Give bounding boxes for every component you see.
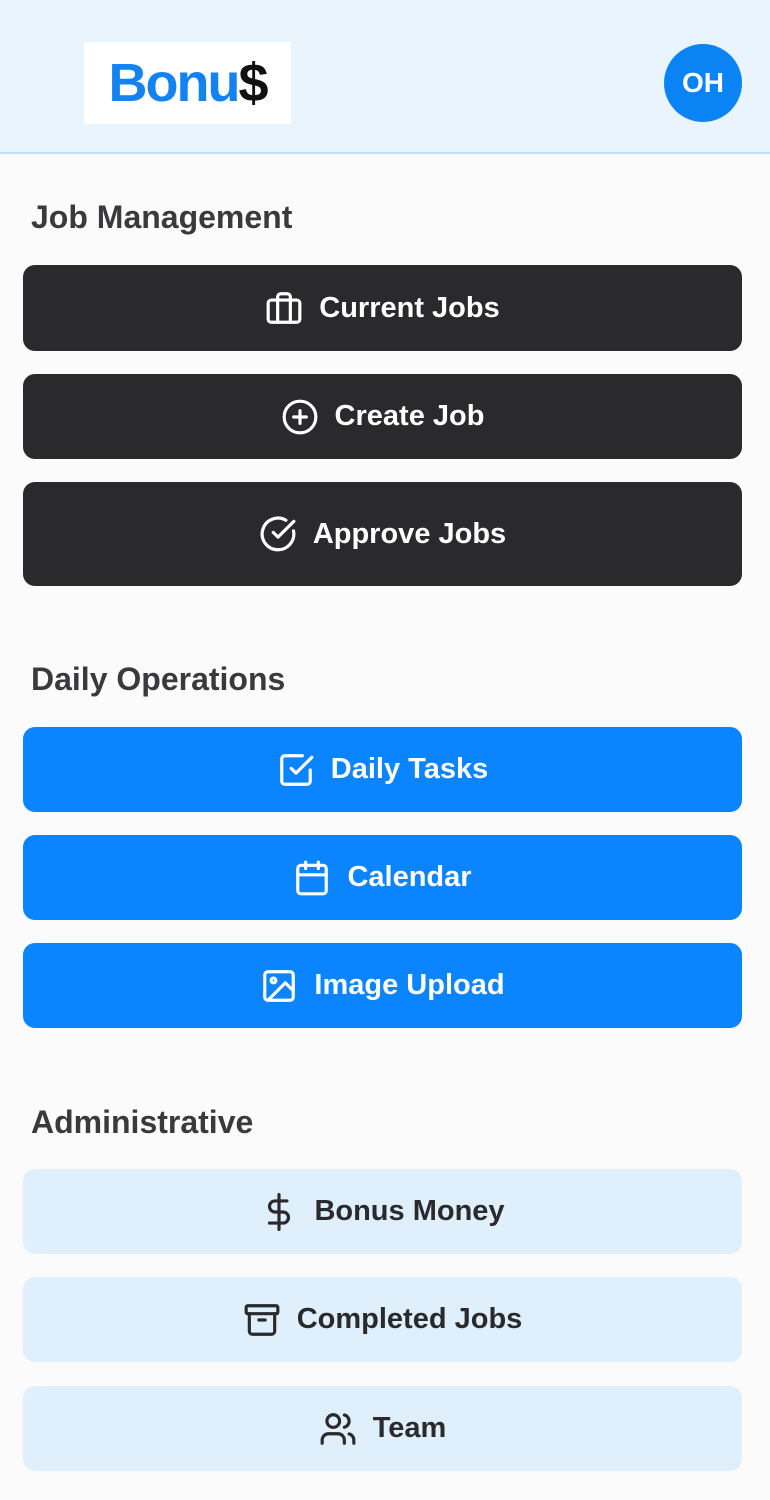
users-icon	[320, 1412, 356, 1445]
approve-jobs-button[interactable]: Approve Jobs	[23, 482, 742, 586]
calendar-button[interactable]: Calendar	[23, 835, 742, 920]
completed-jobs-label: Completed Jobs	[296, 1303, 523, 1335]
team-label: Team	[372, 1412, 447, 1444]
dollar-icon	[268, 1192, 291, 1231]
briefcase-icon	[266, 292, 302, 324]
image-upload-label: Image Upload	[314, 969, 505, 1001]
completed-jobs-button[interactable]: Completed Jobs	[23, 1277, 742, 1362]
logo-text: Bonu	[108, 53, 241, 113]
create-job-button[interactable]: Create Job	[23, 374, 742, 459]
section-title-daily-operations: Daily Operations	[31, 661, 286, 697]
current-jobs-button[interactable]: Current Jobs	[23, 265, 742, 351]
check-circle-icon	[260, 516, 296, 552]
check-square-icon	[279, 753, 314, 786]
daily-tasks-label: Daily Tasks	[330, 753, 489, 785]
section-title-job-management: Job Management	[31, 199, 293, 235]
app-header: Bonu $ OH	[0, 0, 770, 154]
section-title-administrative: Administrative	[31, 1104, 254, 1140]
image-upload-button[interactable]: Image Upload	[23, 943, 742, 1028]
calendar-icon	[296, 860, 329, 895]
user-avatar[interactable]: OH	[664, 44, 742, 122]
bonus-money-label: Bonus Money	[314, 1195, 505, 1227]
archive-icon	[244, 1303, 280, 1336]
app-logo[interactable]: Bonu $	[84, 42, 291, 124]
current-jobs-label: Current Jobs	[319, 291, 500, 324]
plus-circle-icon	[282, 399, 317, 434]
approve-jobs-label: Approve Jobs	[312, 517, 507, 550]
calendar-label: Calendar	[347, 861, 472, 893]
create-job-label: Create Job	[334, 400, 485, 432]
daily-tasks-button[interactable]: Daily Tasks	[23, 727, 742, 812]
team-button[interactable]: Team	[23, 1386, 742, 1471]
image-icon	[263, 969, 296, 1002]
logo-dollar-sign: $	[238, 53, 268, 113]
bonus-money-button[interactable]: Bonus Money	[23, 1169, 742, 1254]
